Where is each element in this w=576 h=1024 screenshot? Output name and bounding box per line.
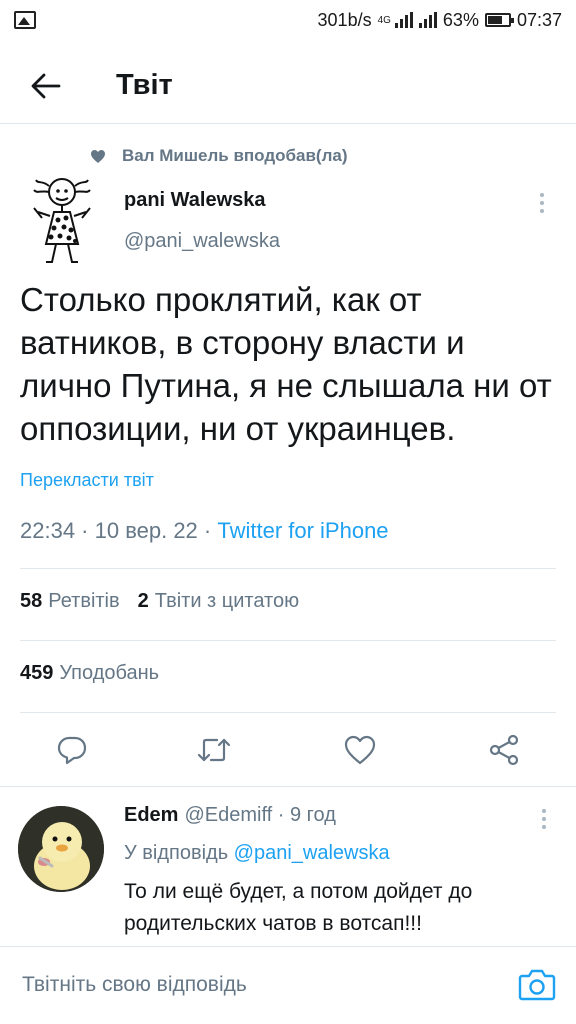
divider xyxy=(20,640,556,641)
network-type: 4G xyxy=(377,14,391,26)
tweet-text: Столько проклятий, как от ватников, в ст… xyxy=(20,281,552,447)
battery-percent: 63% xyxy=(442,9,479,30)
retweet-button[interactable] xyxy=(196,732,232,768)
reply-to-prefix: У відповідь xyxy=(124,842,234,864)
reply-time: 9 год xyxy=(290,804,336,826)
reply-text: То ли ещё будет, а потом дойдет до родит… xyxy=(124,880,473,935)
author-name[interactable]: pani Walewska xyxy=(124,189,266,212)
like-button[interactable] xyxy=(342,732,378,768)
heart-filled-icon xyxy=(91,149,105,163)
reply-author-handle[interactable]: @Edemiff xyxy=(184,804,272,826)
tweet-source-link[interactable]: Twitter for iPhone xyxy=(217,518,388,543)
reply-composer: Твітніть свою відповідь xyxy=(0,946,576,1024)
avatar-doodle-image xyxy=(33,178,91,263)
reply-more-button[interactable] xyxy=(534,804,554,834)
signal-icon-2 xyxy=(418,12,437,28)
reply-icon xyxy=(57,736,87,765)
share-button[interactable] xyxy=(486,732,522,768)
reply-author-name[interactable]: Edem xyxy=(124,804,178,826)
tweet-meta: 22:34 · 10 вер. 22 · Twitter for iPhone xyxy=(20,518,389,544)
social-context[interactable]: Вал Мишель вподобав(ла) xyxy=(90,146,348,166)
reply-to-mention[interactable]: @pani_walewska xyxy=(234,842,390,864)
duck-avatar-image xyxy=(18,806,104,892)
reply-author-avatar[interactable] xyxy=(18,806,104,892)
gallery-icon xyxy=(14,11,36,29)
share-icon xyxy=(489,734,519,766)
clock: 07:37 xyxy=(516,9,562,30)
author-handle[interactable]: @pani_walewska xyxy=(124,230,280,253)
section-divider xyxy=(0,786,576,787)
retweets-stat[interactable]: 58 Ретвітів xyxy=(20,590,120,613)
back-arrow-icon xyxy=(31,73,61,98)
camera-button[interactable] xyxy=(518,967,556,1003)
author-avatar[interactable] xyxy=(20,172,104,268)
tweet-stats: 58 Ретвітів 2 Твіти з цитатою xyxy=(20,590,299,613)
top-app-bar: Твіт xyxy=(0,48,576,124)
battery-icon xyxy=(484,13,514,27)
retweets-count: 58 xyxy=(20,590,43,612)
retweet-icon xyxy=(197,738,231,762)
divider xyxy=(20,568,556,569)
reply-to-line: У відповідь @pani_walewska xyxy=(124,842,390,865)
likes-stat[interactable]: 459 Уподобань xyxy=(20,662,159,685)
camera-icon xyxy=(518,969,556,1001)
likes-count: 459 xyxy=(20,662,54,684)
retweets-label: Ретвітів xyxy=(48,590,120,612)
social-context-label: Вал Мишель вподобав(ла) xyxy=(122,146,348,165)
back-button[interactable] xyxy=(16,56,76,116)
reply-button[interactable] xyxy=(54,732,90,768)
divider xyxy=(20,712,556,713)
tweet-actions xyxy=(0,720,576,778)
tweet-more-button[interactable] xyxy=(532,188,552,218)
quotes-count: 2 xyxy=(137,590,149,612)
reply-separator: · xyxy=(272,804,290,826)
like-icon xyxy=(344,735,376,765)
likes-label: Уподобань xyxy=(59,662,160,684)
translate-tweet-link[interactable]: Перекласти твіт xyxy=(20,470,154,491)
page-title: Твіт xyxy=(116,69,173,101)
network-speed: 301b/s xyxy=(317,9,372,30)
reply-header: Edem @Edemiff · 9 год xyxy=(124,804,336,827)
status-bar: 301b/s 4G 63% 07:37 xyxy=(0,0,576,40)
quotes-stat[interactable]: 2 Твіти з цитатою xyxy=(138,590,299,613)
quotes-label: Твіти з цитатою xyxy=(154,590,300,612)
reply-input[interactable]: Твітніть свою відповідь xyxy=(22,973,247,997)
tweet-timestamp: 22:34 · 10 вер. 22 · xyxy=(20,518,218,543)
more-icon xyxy=(542,809,546,813)
more-icon xyxy=(540,193,544,197)
signal-icon xyxy=(394,12,413,28)
